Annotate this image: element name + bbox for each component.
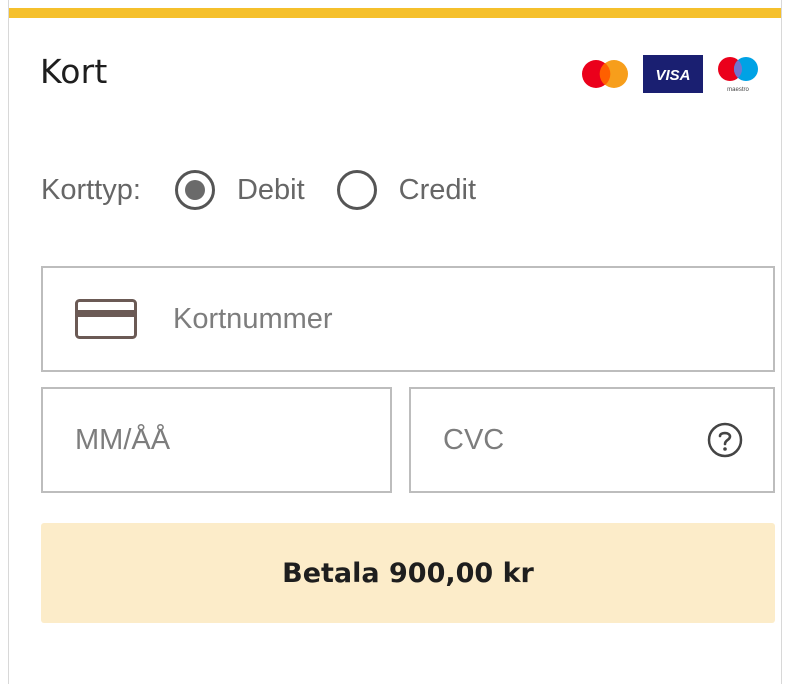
cvc-input[interactable] (443, 423, 697, 457)
maestro-logo: maestro (718, 57, 758, 93)
credit-card-icon (75, 299, 137, 339)
visa-text: VISA (655, 67, 690, 84)
expiry-field[interactable] (41, 387, 392, 493)
card-type-selector: Korttyp: Debit Credit (41, 170, 508, 210)
card-payment-panel: Kort VISA maestro Korttyp: Debit Credit … (8, 0, 782, 684)
top-accent-bar (9, 8, 781, 18)
radio-debit-label: Debit (236, 173, 305, 206)
mastercard-logo (582, 60, 628, 88)
section-title: Kort (40, 52, 108, 91)
expiry-input[interactable] (75, 423, 390, 457)
card-brand-logos: VISA maestro (579, 54, 763, 94)
radio-selected-dot (184, 180, 205, 200)
radio-debit-circle[interactable] (174, 170, 215, 210)
radio-debit[interactable]: Debit (174, 170, 305, 210)
maestro-text: maestro (727, 87, 749, 93)
radio-credit[interactable]: Credit (336, 170, 476, 210)
radio-credit-circle[interactable] (336, 170, 377, 210)
radio-credit-label: Credit (398, 173, 476, 206)
visa-logo: VISA (643, 55, 703, 93)
card-number-input[interactable] (173, 302, 773, 336)
cvc-field[interactable] (409, 387, 775, 493)
card-type-label: Korttyp: (41, 173, 141, 206)
pay-button[interactable]: Betala 900,00 kr (41, 523, 775, 623)
card-number-field[interactable] (41, 266, 775, 372)
help-question-icon[interactable] (707, 422, 743, 458)
